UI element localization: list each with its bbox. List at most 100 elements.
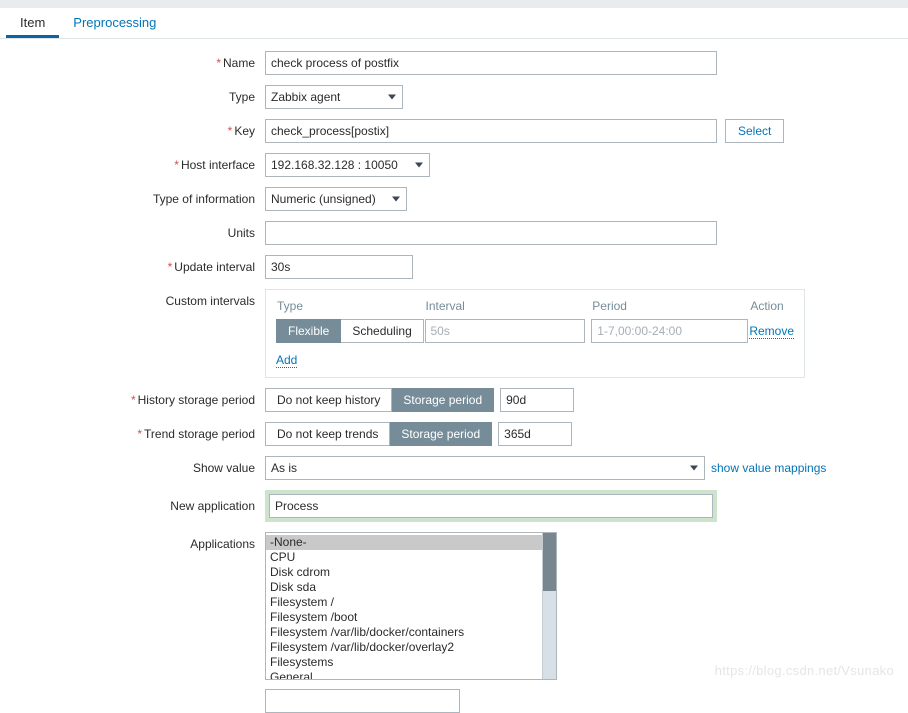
tab-bar: Item Preprocessing bbox=[0, 8, 908, 39]
interval-type-toggle: Flexible Scheduling bbox=[276, 319, 424, 343]
field-new-application bbox=[265, 490, 717, 522]
remove-interval-link[interactable]: Remove bbox=[749, 324, 794, 339]
label-trend-storage-period: * Trend storage period bbox=[0, 422, 265, 441]
item-form: *Name Type Zabbix agent *Key Select *Hos… bbox=[0, 39, 908, 713]
custom-intervals-header-row: Type Interval Period Action bbox=[276, 298, 794, 319]
custom-intervals-box: Type Interval Period Action Flexible Sch… bbox=[265, 289, 805, 378]
show-value-value: As is bbox=[271, 461, 298, 475]
custom-interval-input[interactable] bbox=[424, 319, 585, 343]
list-item[interactable]: Filesystem /var/lib/docker/overlay2 bbox=[266, 640, 542, 655]
required-marker: * bbox=[174, 158, 179, 172]
update-interval-input[interactable] bbox=[265, 255, 413, 279]
chevron-down-icon bbox=[415, 162, 423, 168]
field-row-units: Units bbox=[0, 221, 908, 245]
field-name bbox=[265, 51, 717, 75]
history-storage-toggle: Do not keep history Storage period bbox=[265, 388, 495, 412]
do-not-keep-history-button[interactable]: Do not keep history bbox=[265, 388, 393, 412]
interval-type-flexible-button[interactable]: Flexible bbox=[276, 319, 342, 343]
list-item[interactable]: -None- bbox=[266, 535, 542, 550]
show-value-select[interactable]: As is bbox=[265, 456, 705, 480]
cell-type: Flexible Scheduling bbox=[276, 319, 425, 343]
label-name: * Name bbox=[0, 51, 265, 70]
applications-scrollbar-thumb[interactable] bbox=[543, 533, 556, 591]
label-applications: Applications bbox=[190, 537, 255, 551]
type-of-information-select[interactable]: Numeric (unsigned) bbox=[265, 187, 407, 211]
label-new-application: New application bbox=[170, 499, 255, 513]
trend-storage-period-input[interactable] bbox=[498, 422, 573, 446]
list-item[interactable]: Filesystem /boot bbox=[266, 610, 542, 625]
tab-item-label: Item bbox=[20, 15, 46, 30]
label-custom-intervals: Custom intervals bbox=[165, 294, 255, 308]
field-host-interface: 192.168.32.128 : 10050 bbox=[265, 153, 430, 177]
list-item[interactable]: Filesystem / bbox=[266, 595, 542, 610]
applications-partial-input[interactable] bbox=[265, 689, 460, 713]
history-storage-period-button[interactable]: Storage period bbox=[392, 388, 495, 412]
field-row-name: * Name bbox=[0, 51, 908, 75]
add-interval-link[interactable]: Add bbox=[276, 353, 298, 368]
required-marker: * bbox=[137, 427, 143, 441]
required-marker: * bbox=[130, 393, 136, 407]
list-item[interactable]: Filesystems bbox=[266, 655, 542, 670]
list-item[interactable]: Filesystem /var/lib/docker/containers bbox=[266, 625, 542, 640]
cell-period bbox=[591, 319, 749, 343]
table-row: Flexible Scheduling Remov bbox=[276, 319, 794, 343]
list-item[interactable]: CPU bbox=[266, 550, 542, 565]
label-units: Units bbox=[227, 226, 255, 240]
key-select-button[interactable]: Select bbox=[725, 119, 785, 143]
top-strip bbox=[0, 0, 908, 8]
type-select[interactable]: Zabbix agent bbox=[265, 85, 403, 109]
host-interface-select[interactable]: 192.168.32.128 : 10050 bbox=[265, 153, 430, 177]
label-history-storage-period: * History storage period bbox=[0, 388, 265, 407]
trend-storage-toggle: Do not keep trends Storage period bbox=[265, 422, 493, 446]
label-key-text: Key bbox=[234, 124, 255, 138]
tab-preprocessing[interactable]: Preprocessing bbox=[59, 16, 170, 38]
watermark: https://blog.csdn.net/Vsunako bbox=[714, 663, 894, 678]
label-type: Type bbox=[228, 90, 255, 104]
chevron-down-icon bbox=[690, 465, 698, 471]
field-key: Select bbox=[265, 119, 785, 143]
units-input[interactable] bbox=[265, 221, 717, 245]
trend-storage-period-button[interactable]: Storage period bbox=[390, 422, 493, 446]
history-storage-period-input[interactable] bbox=[500, 388, 575, 412]
list-item[interactable]: Disk cdrom bbox=[266, 565, 542, 580]
header-type: Type bbox=[277, 299, 304, 313]
field-row-new-application: New application bbox=[0, 490, 908, 522]
field-row-show-value: Show value As is show value mappings bbox=[0, 456, 908, 480]
field-row-type-of-information: Type of information Numeric (unsigned) bbox=[0, 187, 908, 211]
field-row-type: Type Zabbix agent bbox=[0, 85, 908, 109]
list-item[interactable]: General bbox=[266, 670, 542, 679]
field-units bbox=[265, 221, 717, 245]
label-show-value: Show value bbox=[192, 461, 255, 475]
show-value-mappings-link[interactable]: show value mappings bbox=[711, 461, 826, 475]
field-row-host-interface: * Host interface 192.168.32.128 : 10050 bbox=[0, 153, 908, 177]
applications-scrollbar[interactable] bbox=[542, 533, 556, 679]
header-action: Action bbox=[750, 299, 784, 313]
list-item[interactable]: Disk sda bbox=[266, 580, 542, 595]
do-not-keep-trends-button[interactable]: Do not keep trends bbox=[265, 422, 391, 446]
field-update-interval bbox=[265, 255, 413, 279]
required-marker: * bbox=[216, 56, 221, 70]
required-marker: * bbox=[167, 260, 173, 274]
field-row-update-interval: * Update interval bbox=[0, 255, 908, 279]
required-marker: * bbox=[227, 124, 233, 138]
label-host-interface: * Host interface bbox=[0, 153, 265, 172]
new-application-input[interactable] bbox=[269, 494, 713, 518]
label-key: * Key bbox=[0, 119, 265, 138]
label-name-text: Name bbox=[222, 56, 255, 70]
key-input[interactable] bbox=[265, 119, 717, 143]
host-interface-value: 192.168.32.128 : 10050 bbox=[271, 158, 398, 172]
cell-action: Remove bbox=[749, 319, 794, 343]
field-row-trend-storage-period: * Trend storage period Do not keep trends… bbox=[0, 422, 908, 446]
chevron-down-icon bbox=[388, 94, 396, 100]
field-row-custom-intervals: Custom intervals Type Interval Period Ac… bbox=[0, 289, 908, 378]
custom-intervals-table: Type Interval Period Action Flexible Sch… bbox=[276, 298, 794, 343]
custom-period-input[interactable] bbox=[591, 319, 749, 343]
applications-listbox[interactable]: -None- CPU Disk cdrom Disk sda Filesystem / F… bbox=[265, 532, 557, 680]
applications-options: -None- CPU Disk cdrom Disk sda Filesystem / F… bbox=[266, 533, 542, 679]
name-input[interactable] bbox=[265, 51, 717, 75]
tab-item[interactable]: Item bbox=[6, 15, 60, 38]
label-trend-storage-period-text: Trend storage period bbox=[144, 427, 255, 441]
interval-type-scheduling-button[interactable]: Scheduling bbox=[341, 319, 424, 343]
label-update-interval: * Update interval bbox=[0, 255, 265, 274]
type-select-value: Zabbix agent bbox=[271, 90, 341, 104]
